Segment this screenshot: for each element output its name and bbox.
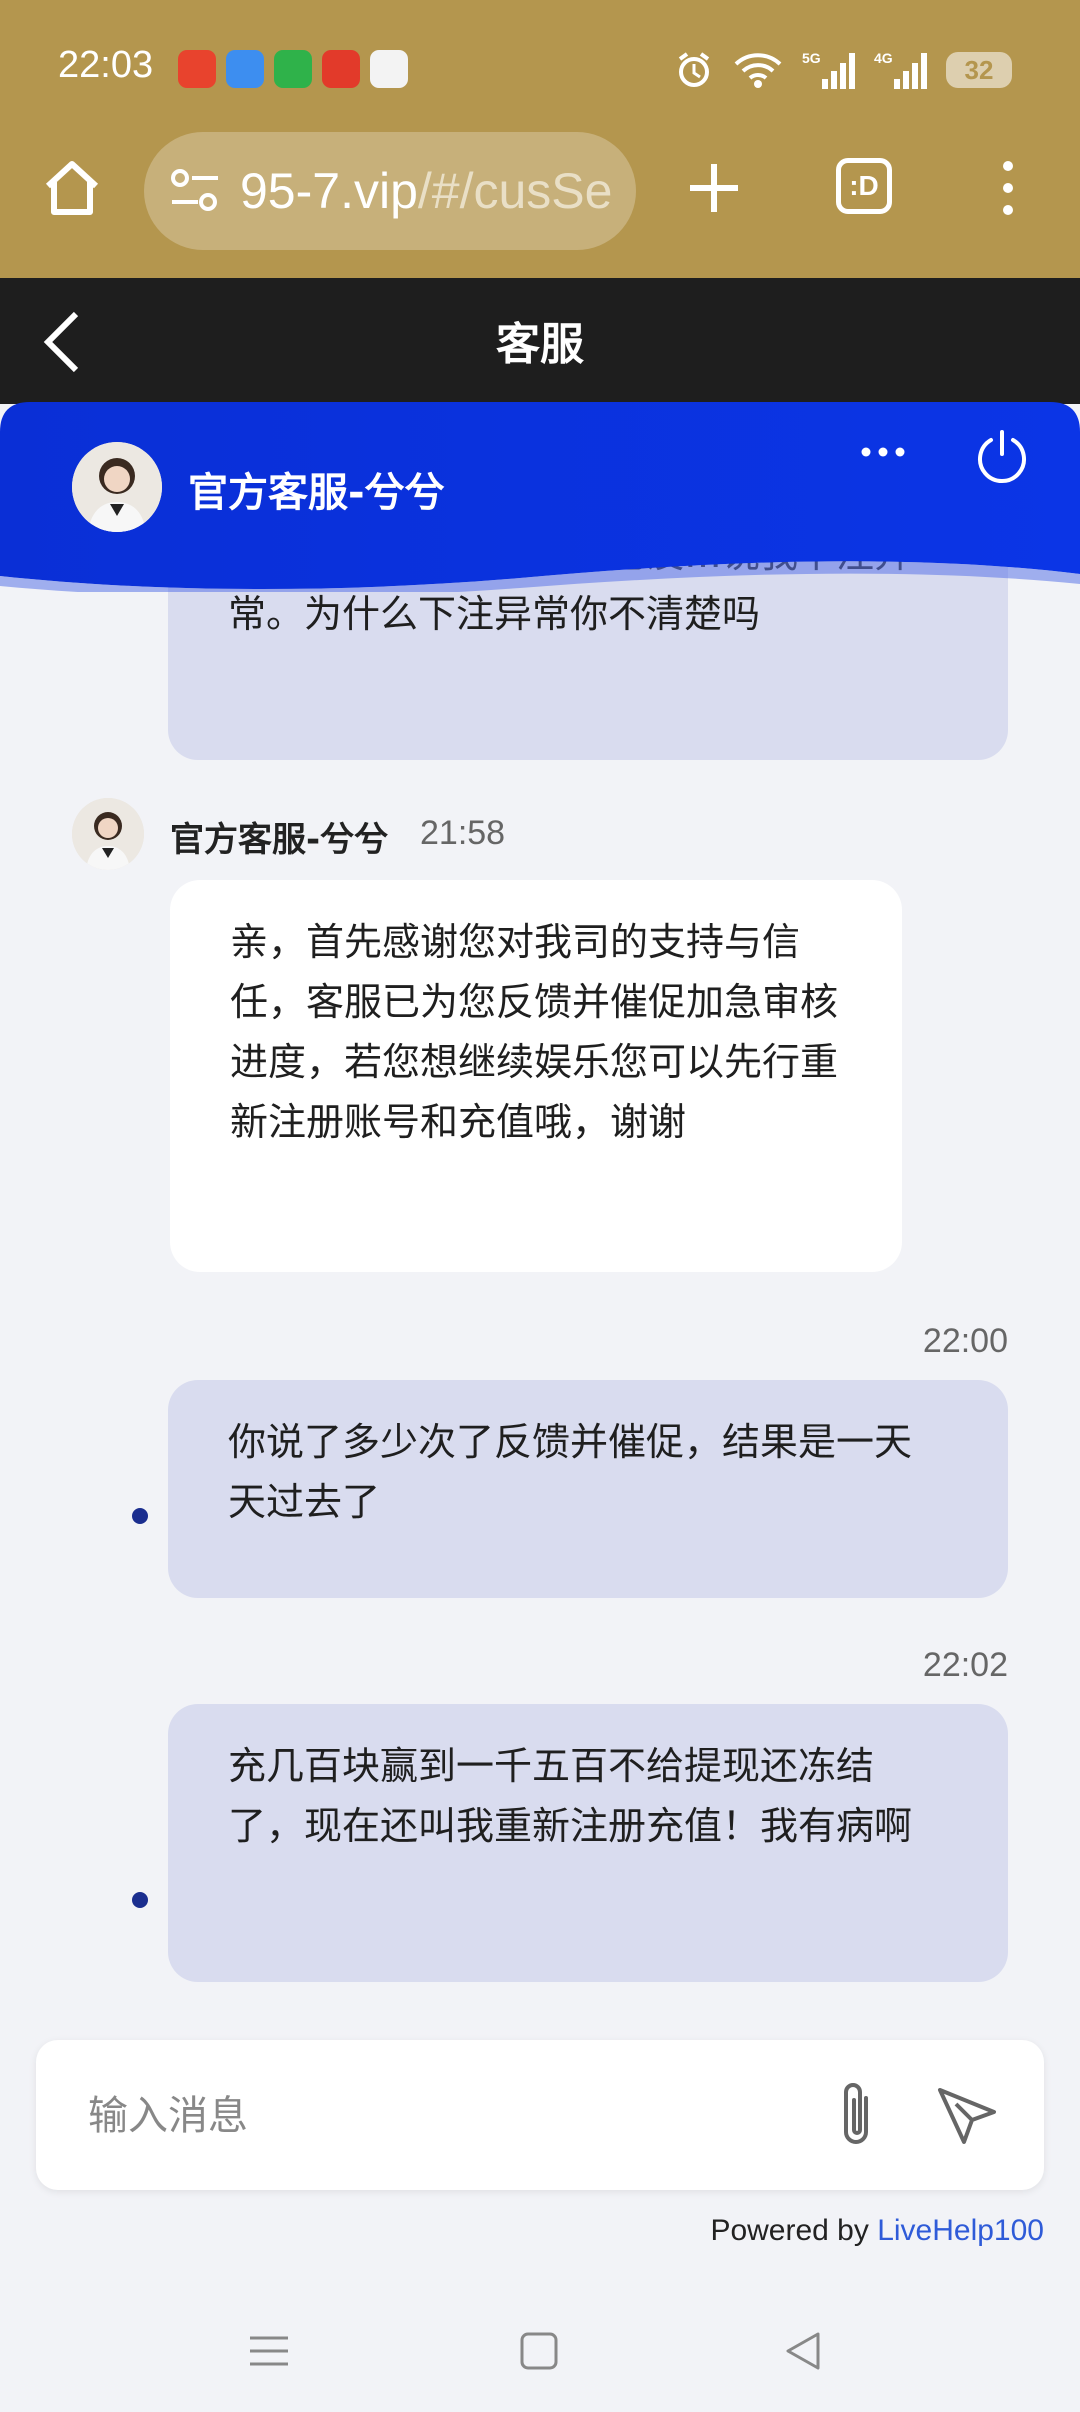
- agent-name: 官方客服-兮兮: [188, 470, 445, 516]
- agent-avatar: [72, 442, 162, 532]
- alarm-icon: [678, 52, 710, 87]
- map-app-icon: [370, 50, 408, 88]
- agent-message: 亲，首先感谢您对我司的支持与信任，客服已为您反馈并催促加急审核进度，若您想继续娱…: [170, 880, 902, 1272]
- recent-apps-icon[interactable]: [244, 2326, 294, 2376]
- message-time: 22:02: [922, 1646, 1008, 1684]
- more-options-icon[interactable]: [858, 442, 908, 462]
- back-nav-icon[interactable]: [778, 2326, 828, 2376]
- battery-indicator: 32: [946, 52, 1012, 88]
- my-message: 充几百块赢到一千五百不给提现还冻结了，现在还叫我重新注册充值！我有病啊: [168, 1704, 1008, 1982]
- shopping-app-icon: [322, 50, 360, 88]
- svg-text:5G: 5G: [802, 50, 821, 66]
- wifi-icon: [734, 53, 782, 88]
- address-bar[interactable]: 95-7.vip/#/cusSe: [144, 132, 636, 250]
- message-time: 22:00: [922, 1322, 1008, 1360]
- svg-text:4G: 4G: [874, 50, 893, 66]
- page-title: 客服: [496, 319, 584, 370]
- powered-by: Powered by LiveHelp100: [710, 2214, 1044, 2248]
- power-icon[interactable]: [974, 428, 1030, 484]
- status-time: 22:03: [58, 44, 154, 86]
- message-time: 21:58: [420, 814, 506, 852]
- browser-app-icon: [226, 50, 264, 88]
- message-input[interactable]: [88, 2088, 788, 2144]
- message-composer: [36, 2040, 1044, 2190]
- browser-chrome: 22:03 5G 4G 32 95-7.vip/#/cusSe :D: [0, 0, 1080, 278]
- new-tab-icon[interactable]: [684, 158, 744, 218]
- chat-header: 官方客服-兮兮: [0, 402, 1080, 592]
- message-list[interactable]: 赚非法套利了？我下注也没…说我下注异常。为什么下注异常你不清楚吗 官方客服-兮兮…: [0, 402, 1080, 2022]
- agent-avatar: [72, 798, 144, 870]
- system-nav-bar: [0, 2290, 1080, 2412]
- send-icon[interactable]: [932, 2080, 1002, 2150]
- read-status-dot: [132, 1508, 148, 1524]
- url-domain: 95-7.vip: [240, 163, 418, 219]
- home-nav-icon[interactable]: [514, 2326, 564, 2376]
- powered-prefix: Powered by: [710, 2214, 878, 2247]
- header-wave-background: [0, 402, 1080, 592]
- signal-4g-icon: 4G: [874, 50, 927, 89]
- browser-toolbar: 95-7.vip/#/cusSe :D: [0, 132, 1080, 252]
- taobao-app-icon: [178, 50, 216, 88]
- home-icon[interactable]: [40, 156, 104, 220]
- url-path: /#/cusSe: [417, 163, 613, 219]
- livehelp-link[interactable]: LiveHelp100: [877, 2214, 1044, 2247]
- message-text: 充几百块赢到一千五百不给提现还冻结了，现在还叫我重新注册充值！我有病啊: [228, 1744, 913, 1848]
- tab-switcher-button[interactable]: :D: [836, 158, 892, 214]
- agent-sender-name: 官方客服-兮兮: [170, 820, 389, 860]
- site-settings-icon[interactable]: [170, 168, 220, 214]
- url-text: 95-7.vip/#/cusSe: [240, 162, 624, 220]
- page-header: 客服: [0, 278, 1080, 404]
- attachment-icon[interactable]: [822, 2076, 892, 2156]
- my-message: 你说了多少次了反馈并催促，结果是一天天过去了: [168, 1380, 1008, 1598]
- signal-5g-icon: 5G: [802, 50, 855, 89]
- read-status-dot: [132, 1892, 148, 1908]
- wallet-app-icon: [274, 50, 312, 88]
- message-text: 亲，首先感谢您对我司的支持与信任，客服已为您反馈并催促加急审核进度，若您想继续娱…: [230, 920, 839, 1144]
- system-icons: 5G 4G 32: [674, 46, 1012, 94]
- status-bar: 22:03 5G 4G 32: [0, 0, 1080, 138]
- more-menu-icon[interactable]: [990, 156, 1026, 220]
- message-text: 你说了多少次了反馈并催促，结果是一天天过去了: [228, 1420, 913, 1524]
